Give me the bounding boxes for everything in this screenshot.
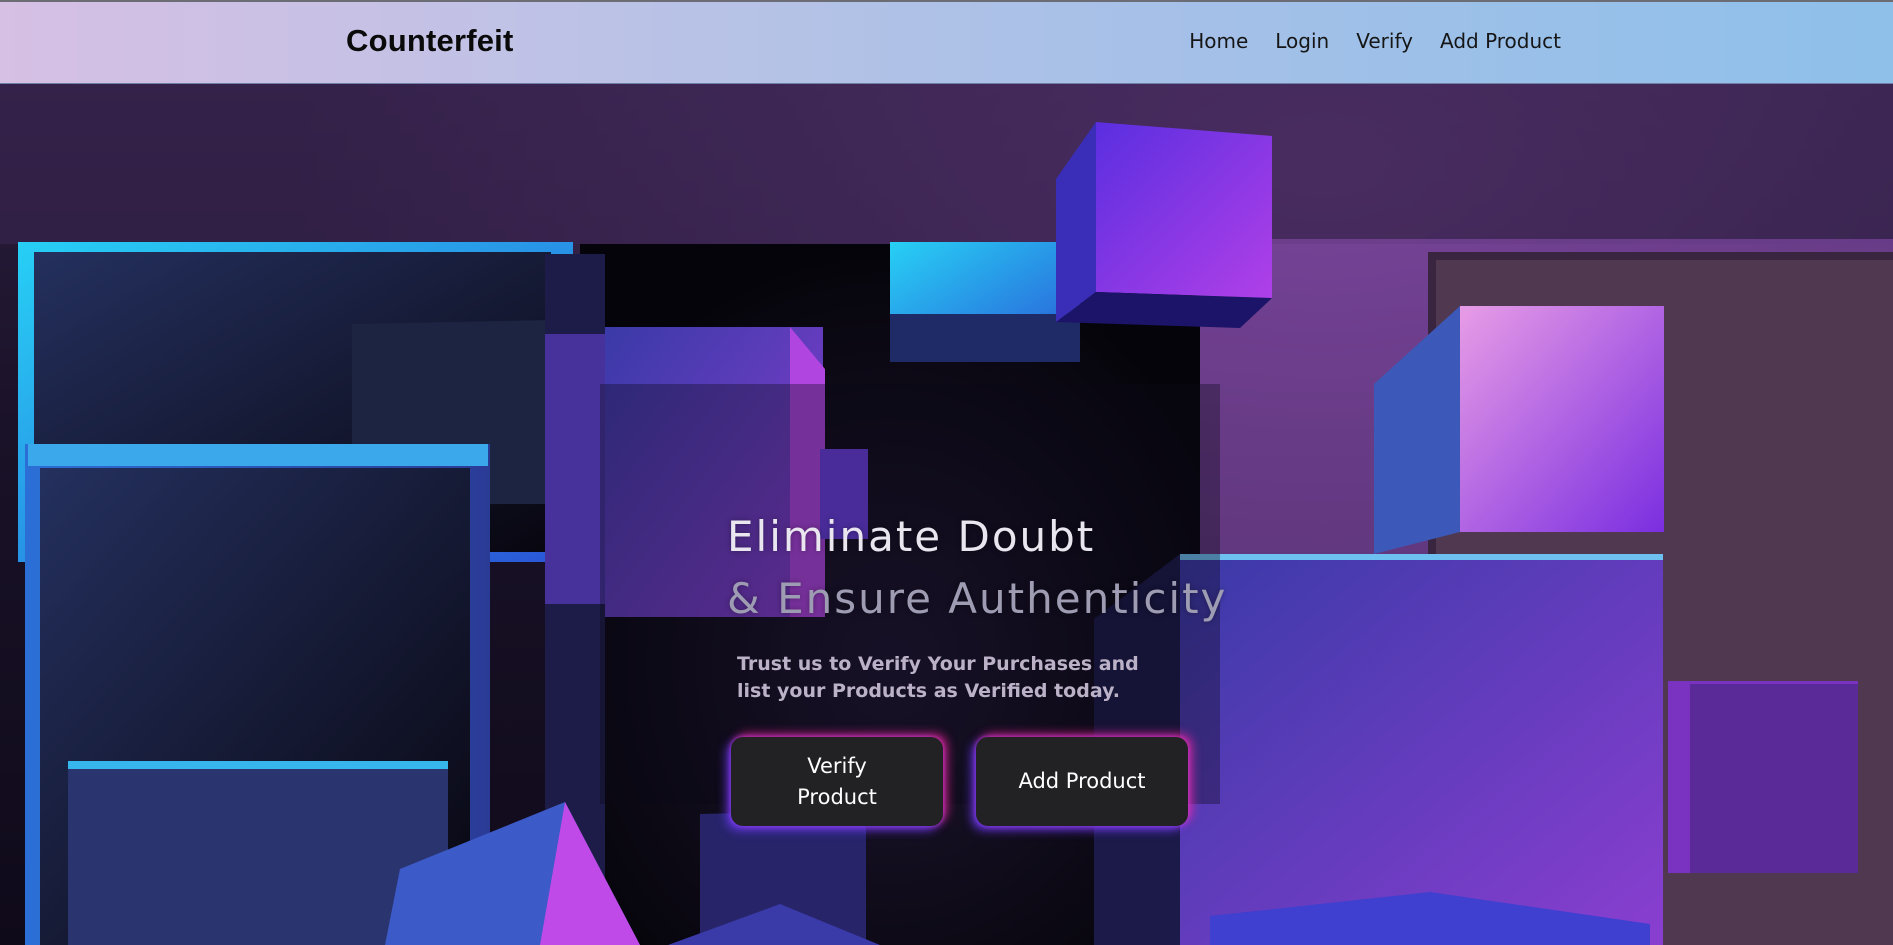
hero-subtext: Trust us to Verify Your Purchases and li…: [737, 653, 1139, 702]
nav-menu: Home Login Verify Add Product: [1189, 29, 1561, 53]
verify-button-label-line1: Verify: [807, 753, 867, 778]
hero-section: Eliminate Doubt & Ensure Authenticity Tr…: [0, 84, 1893, 945]
brand-logo[interactable]: Counterfeit: [346, 23, 514, 59]
nav-login-link[interactable]: Login: [1275, 29, 1329, 53]
navbar: Counterfeit Home Login Verify Add Produc…: [0, 2, 1893, 84]
nav-home-link[interactable]: Home: [1189, 29, 1248, 53]
verify-button-label-line2: Product: [797, 784, 877, 809]
add-product-button[interactable]: Add Product: [976, 737, 1188, 826]
headline-line-1: Eliminate Doubt: [727, 512, 1096, 562]
hero-headline: Eliminate Doubt & Ensure Authenticity: [727, 506, 1227, 630]
nav-verify-link[interactable]: Verify: [1356, 29, 1413, 53]
add-product-button-label: Add Product: [1018, 769, 1146, 793]
headline-line-2: & Ensure Authenticity: [727, 574, 1228, 624]
nav-add-product-link[interactable]: Add Product: [1440, 29, 1561, 53]
verify-product-button[interactable]: Verify Product: [731, 737, 943, 826]
